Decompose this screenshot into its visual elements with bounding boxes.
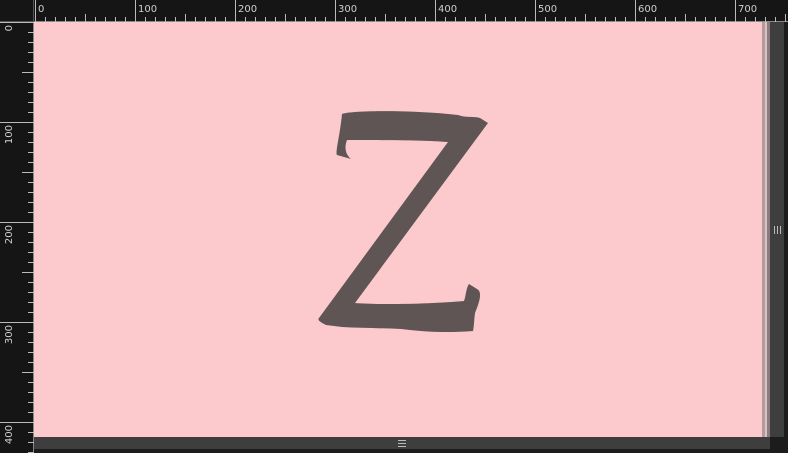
ruler-label: 400 <box>4 425 15 444</box>
ruler-label: 0 <box>4 25 15 31</box>
glyph-canvas[interactable] <box>34 22 762 437</box>
horizontal-ruler[interactable]: 0 100 200 300 400 500 600 700 <box>34 0 788 22</box>
vertical-scrollbar[interactable] <box>770 22 784 437</box>
ruler-label: 100 <box>138 4 157 15</box>
horizontal-scrollbar[interactable] <box>34 437 770 449</box>
ruler-label: 400 <box>438 4 457 15</box>
ruler-label: 100 <box>4 125 15 144</box>
ruler-label: 700 <box>738 4 757 15</box>
window-border-bottom <box>34 449 788 453</box>
vertical-ruler-graphic: 0 100 200 300 400 <box>0 22 34 453</box>
grip-lines-icon[interactable] <box>773 225 781 234</box>
ruler-label: 200 <box>4 225 15 244</box>
glyph-artwork <box>34 22 762 437</box>
canvas-page-edge <box>762 22 770 437</box>
ruler-label: 500 <box>538 4 557 15</box>
ruler-corner <box>0 0 34 22</box>
ruler-label: 0 <box>38 4 44 15</box>
ruler-label: 200 <box>238 4 257 15</box>
ruler-label: 300 <box>338 4 357 15</box>
ruler-label: 600 <box>638 4 657 15</box>
grip-lines-icon[interactable] <box>398 439 406 447</box>
glyph-editor-window: 0 100 200 300 400 500 600 700 0 100 200 300 400 <box>0 0 788 453</box>
horizontal-ruler-graphic: 0 100 200 300 400 500 600 700 <box>34 0 788 22</box>
vertical-ruler[interactable]: 0 100 200 300 400 <box>0 22 34 453</box>
window-border-right <box>784 22 788 453</box>
ruler-label: 300 <box>4 325 15 344</box>
